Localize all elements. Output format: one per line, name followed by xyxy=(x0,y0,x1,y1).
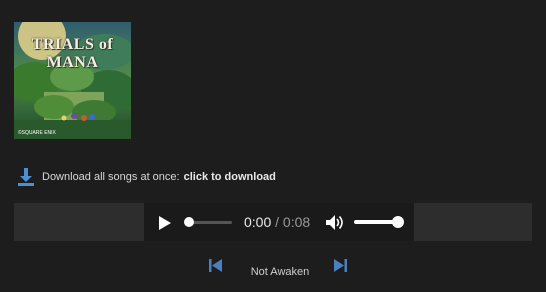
time-display: 0:00 / 0:08 xyxy=(244,214,310,230)
audio-player: 0:00 / 0:08 xyxy=(144,203,414,241)
volume-slider[interactable] xyxy=(354,216,404,228)
skip-next-icon[interactable] xyxy=(334,259,347,272)
player-bar-left-panel xyxy=(14,203,144,241)
download-label: Download all songs at once: xyxy=(42,171,180,183)
cover-title: TRIALS of MANA xyxy=(31,36,114,71)
seek-slider[interactable] xyxy=(184,217,232,227)
download-all-row: Download all songs at once: click to dow… xyxy=(18,168,276,186)
skip-previous-icon[interactable] xyxy=(209,259,222,272)
player-bar: 0:00 / 0:08 xyxy=(14,203,532,241)
duration: 0:08 xyxy=(282,214,311,230)
time-separator: / xyxy=(271,214,283,230)
download-arrow-icon[interactable] xyxy=(18,168,34,186)
current-song-title: Not Awaken xyxy=(250,266,310,278)
cover-copyright: ©SQUARE ENIX xyxy=(18,130,56,136)
album-cover: TRIALS of MANA ©SQUARE ENIX xyxy=(14,22,131,139)
track-navigation: Not Awaken xyxy=(0,256,546,278)
volume-icon[interactable] xyxy=(326,215,344,230)
volume-thumb[interactable] xyxy=(392,216,404,228)
current-time: 0:00 xyxy=(244,214,272,230)
seek-thumb[interactable] xyxy=(184,217,194,227)
play-icon[interactable] xyxy=(158,215,172,231)
download-link[interactable]: click to download xyxy=(184,171,276,183)
player-bar-right-panel xyxy=(414,203,532,241)
